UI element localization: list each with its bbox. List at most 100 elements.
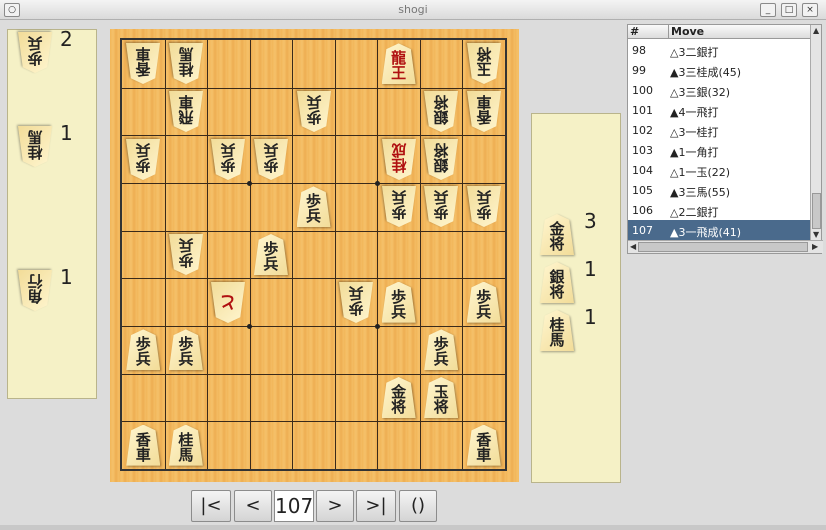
scroll-right-icon[interactable]: ▶ — [812, 242, 818, 251]
piece-kanji: 兵 — [220, 140, 236, 159]
piece-kanji: 車 — [135, 45, 151, 64]
variation-button[interactable]: () — [399, 490, 437, 522]
move-text: ▲3一飛成(41) — [670, 226, 742, 239]
sente-piece[interactable]: 歩兵 — [424, 329, 459, 371]
gote-piece[interactable]: 銀将 — [424, 139, 458, 180]
sente-piece[interactable]: 桂馬 — [540, 310, 574, 351]
move-row[interactable]: 99 ▲3三桂成(45) — [628, 60, 811, 80]
sente-piece[interactable]: 歩兵 — [253, 234, 288, 275]
gote-piece[interactable]: 歩兵 — [169, 234, 203, 275]
gote-piece[interactable]: 玉将 — [467, 43, 501, 84]
move-number-input[interactable]: 107 — [274, 490, 314, 522]
gote-piece[interactable]: 桂成 — [382, 139, 416, 180]
piece-kanji: 兵 — [263, 255, 279, 273]
star-point — [247, 323, 253, 329]
move-row[interactable]: 103 ▲1一角打 — [628, 140, 811, 160]
gote-piece[interactable]: 歩兵 — [467, 186, 501, 227]
close-icon[interactable]: × — [802, 3, 818, 17]
maximize-icon[interactable]: □ — [781, 3, 797, 17]
gote-piece[interactable]: 歩兵 — [382, 186, 416, 227]
minimize-icon[interactable]: _ — [760, 3, 776, 17]
grid-line — [122, 373, 505, 375]
gote-piece[interactable]: 歩兵 — [424, 186, 458, 227]
piece-kanji: 兵 — [178, 350, 194, 369]
sente-piece[interactable]: 金将 — [381, 377, 416, 418]
sente-piece[interactable]: 金将 — [540, 214, 574, 255]
move-row[interactable]: 106 △2二銀打 — [628, 200, 811, 220]
header-number[interactable]: # — [630, 25, 639, 38]
vertical-scroll-thumb[interactable] — [812, 193, 821, 229]
piece-kanji: 兵 — [306, 93, 322, 111]
gote-piece[interactable]: 歩兵 — [18, 32, 52, 73]
last-move-button[interactable]: >| — [356, 490, 396, 522]
hand-count: 2 — [60, 27, 73, 51]
sente-piece[interactable]: 龍王 — [381, 43, 416, 85]
move-row[interactable]: 105 ▲3三馬(55) — [628, 180, 811, 200]
vertical-scrollbar[interactable]: ▲ ▼ — [810, 25, 821, 241]
sente-piece[interactable]: 歩兵 — [466, 281, 501, 323]
sente-piece[interactable]: 銀将 — [540, 262, 574, 303]
gote-piece[interactable]: 歩兵 — [339, 282, 373, 323]
gote-piece[interactable]: と — [211, 282, 245, 323]
move-row[interactable]: 107 ▲3一飛成(41) — [628, 220, 811, 240]
move-row[interactable]: 100 △3三銀(32) — [628, 80, 811, 100]
horizontal-scrollbar[interactable]: ◀ ▶ — [628, 240, 823, 253]
shogi-board[interactable]: 香車桂馬龍王玉将飛車歩兵銀将香車歩兵歩兵歩兵桂成銀将歩兵歩兵歩兵歩兵歩兵歩兵と歩… — [120, 38, 507, 471]
gote-piece[interactable]: 角行 — [18, 270, 52, 311]
grid-line — [292, 40, 294, 469]
gote-piece[interactable]: 銀将 — [424, 91, 458, 132]
piece-kanji: 兵 — [348, 283, 364, 302]
move-number: 105 — [632, 184, 653, 197]
gote-piece[interactable]: 香車 — [467, 91, 501, 132]
sente-piece[interactable]: 桂馬 — [168, 424, 203, 466]
move-row[interactable]: 102 △3一桂打 — [628, 120, 811, 140]
move-number: 103 — [632, 144, 653, 157]
gote-piece[interactable]: 歩兵 — [126, 139, 160, 180]
sente-piece[interactable]: 玉将 — [424, 377, 459, 418]
sente-piece[interactable]: 歩兵 — [126, 329, 161, 371]
grid-line — [164, 40, 166, 469]
gote-piece[interactable]: 歩兵 — [211, 139, 245, 180]
gote-piece[interactable]: 歩兵 — [297, 91, 331, 132]
scroll-left-icon[interactable]: ◀ — [630, 242, 636, 251]
move-row[interactable]: 101 ▲4一飛打 — [628, 100, 811, 120]
grid-line — [462, 40, 464, 469]
piece-kanji: 歩 — [178, 251, 194, 269]
piece-kanji: 兵 — [135, 350, 151, 369]
grid-line — [122, 278, 505, 280]
piece-kanji: 角 — [27, 287, 43, 305]
previous-move-button[interactable]: < — [234, 490, 272, 522]
scroll-down-icon[interactable]: ▼ — [813, 230, 819, 239]
star-point — [374, 323, 380, 329]
gote-piece[interactable]: 桂馬 — [18, 126, 52, 167]
piece-kanji: 馬 — [549, 331, 565, 349]
first-move-button[interactable]: |< — [191, 490, 231, 522]
gote-piece[interactable]: 香車 — [126, 43, 160, 84]
piece-kanji: 将 — [391, 398, 407, 416]
move-row[interactable]: 104 △1一玉(22) — [628, 160, 811, 180]
sente-piece[interactable]: 香車 — [126, 424, 161, 466]
title-bar: ○ shogi _ □ × — [0, 0, 826, 20]
move-list[interactable]: # Move 98 △3二銀打 99 ▲3三桂成(45) 100 △3三銀(32) 101 ▲… — [627, 24, 823, 254]
piece-kanji: 兵 — [391, 302, 407, 321]
gote-piece[interactable]: 歩兵 — [254, 139, 288, 180]
sente-piece[interactable]: 香車 — [466, 424, 501, 466]
piece-kanji: 玉 — [476, 60, 492, 79]
sente-piece[interactable]: 歩兵 — [381, 281, 416, 323]
header-move[interactable]: Move — [668, 25, 704, 39]
sente-piece[interactable]: 歩兵 — [296, 186, 331, 228]
sente-hand-panel: 金将 3 銀将 1 桂馬 1 — [531, 113, 621, 483]
piece-kanji: 兵 — [305, 207, 321, 226]
gote-hand-panel: 歩兵2桂馬1角行1 — [7, 27, 97, 399]
scroll-up-icon[interactable]: ▲ — [813, 26, 819, 35]
grid-line — [249, 40, 251, 469]
move-row[interactable]: 98 △3二銀打 — [628, 40, 811, 60]
gote-piece[interactable]: 飛車 — [169, 91, 203, 132]
next-move-button[interactable]: > — [316, 490, 354, 522]
sente-piece[interactable]: 歩兵 — [168, 329, 203, 371]
piece-kanji: 兵 — [433, 188, 449, 207]
gote-piece[interactable]: 桂馬 — [169, 43, 203, 84]
move-text: △2二銀打 — [670, 206, 719, 219]
piece-kanji: 馬 — [178, 45, 194, 64]
horizontal-scroll-thumb[interactable] — [638, 242, 808, 252]
